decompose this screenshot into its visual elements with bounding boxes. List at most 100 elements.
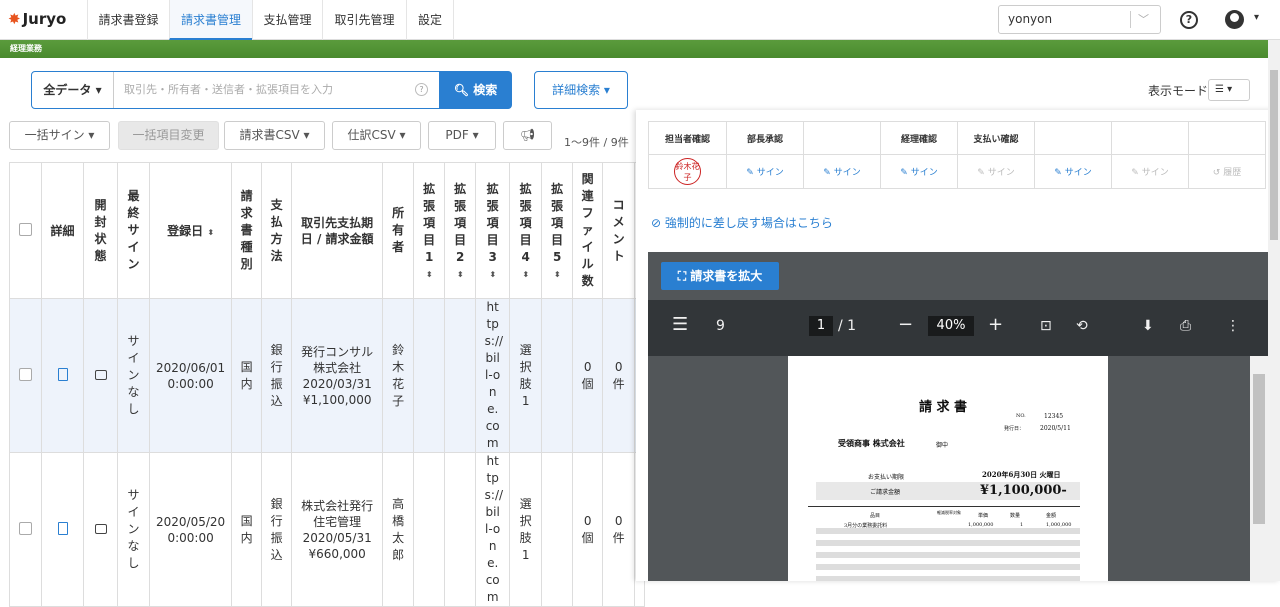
reg-date-cell: 2020/05/20 0:00:00 [148, 452, 233, 607]
page-input[interactable]: 1 [809, 316, 833, 336]
invoice-csv-button[interactable]: 請求書CSV ▾ [224, 121, 325, 150]
history-button[interactable]: ↺ 履歴 [1188, 154, 1266, 189]
result-count: 1〜9件 / 9件 [564, 136, 629, 149]
doc-col-qty: 数量 [1010, 513, 1021, 519]
sort-icon[interactable]: ⬍ [489, 270, 496, 279]
select-all-checkbox[interactable] [9, 162, 42, 299]
sort-icon[interactable]: ⬍ [522, 270, 529, 279]
sign-button[interactable]: ✎ サイン [880, 154, 958, 189]
amount: ¥660,000 [308, 546, 366, 561]
col-detail-label: 詳細 [50, 224, 75, 238]
sign-button[interactable]: ✎ サイン [726, 154, 804, 189]
ext3-cell: https://bill-one.com [475, 452, 511, 607]
force-return-link[interactable]: ⊘ 強制的に差し戻す場合はこちら [651, 214, 833, 231]
doc-issue-date: 2020/5/11 [1040, 425, 1071, 432]
approval-step [1034, 121, 1112, 155]
doc-issue-label: 発行日： [1004, 426, 1025, 432]
help-icon[interactable]: ? [1180, 11, 1198, 29]
bulk-sign-button[interactable]: 一括サイン ▾ [9, 121, 110, 150]
col-reg-date[interactable]: 登録日 ⬍ [148, 162, 233, 299]
megaphone-button[interactable]: 📢︎ [503, 121, 552, 150]
col-ext4[interactable]: 拡張項目4 ⬍ [509, 162, 543, 299]
pay-method-value: 銀行振込 [270, 342, 283, 408]
sort-icon[interactable]: ⬍ [554, 270, 561, 279]
user-select[interactable]: yonyon ﹀ [998, 5, 1161, 34]
expand-label: 請求書を拡大 [690, 269, 763, 283]
more-options-icon[interactable]: ⋮ [1226, 318, 1240, 334]
sort-icon[interactable]: ⬍ [457, 270, 464, 279]
tab-invoice-register[interactable]: 請求書登録 [87, 0, 169, 40]
tab-payment-manage[interactable]: 支払管理 [252, 0, 322, 40]
col-final-sign: 最終サイン [117, 162, 150, 299]
invoice-type-cell: 国内 [231, 298, 263, 453]
detail-icon[interactable] [41, 452, 84, 607]
table-row[interactable]: サインなし 2020/05/20 0:00:00 国内 銀行振込 株式会社発行住… [9, 452, 646, 607]
col-invoice-type: 請求書種別 [231, 162, 263, 299]
checkbox-box [19, 367, 32, 381]
col-ext1-label: 拡張項目1 [423, 182, 436, 264]
menu-icon[interactable]: ☰ [672, 314, 688, 335]
row-checkbox[interactable] [9, 452, 42, 607]
pdf-scrollbar[interactable] [1250, 356, 1268, 581]
search-scope-dropdown[interactable]: 全データ ▾ [32, 72, 114, 108]
page-scrollbar[interactable] [1268, 40, 1280, 581]
search-button[interactable]: 🔍︎ 検索 [439, 71, 512, 109]
checkbox-box [19, 521, 32, 535]
select-divider [1130, 11, 1131, 28]
sort-icon[interactable]: ⬍ [426, 270, 433, 279]
detail-icon[interactable] [41, 298, 84, 453]
zoom-in-icon[interactable]: + [988, 314, 1003, 335]
download-icon[interactable]: ⬇ [1142, 318, 1154, 334]
scroll-thumb[interactable] [1253, 374, 1265, 524]
tab-invoice-manage[interactable]: 請求書管理 [169, 0, 252, 40]
doc-item-name: 3月分の業務委託料 [844, 523, 888, 529]
pdf-button[interactable]: PDF ▾ [428, 121, 496, 150]
advanced-search-button[interactable]: 詳細検索 ▾ [534, 71, 628, 109]
approval-step: 支払い確認 [957, 121, 1035, 155]
col-ext1[interactable]: 拡張項目1 ⬍ [413, 162, 446, 299]
col-ext5[interactable]: 拡張項目5 ⬍ [541, 162, 574, 299]
user-icon[interactable] [1225, 10, 1244, 29]
zoom-out-icon[interactable]: − [898, 314, 913, 335]
sort-icon[interactable]: ⬍ [207, 228, 214, 237]
search-bar: 全データ ▾ 取引先・所有者・送信者・拡張項目を入力 ? 🔍︎ 検索 [31, 71, 512, 109]
fit-page-icon[interactable]: ⊡ [1040, 318, 1052, 334]
pdf-toolbar: ☰ 9 1 / 1 − 40% + ⊡ ⟲ ⬇ ⎙ ⋮ [648, 300, 1268, 356]
approval-header-row: 担当者確認 部長承認 経理確認 支払い確認 [648, 121, 1266, 155]
col-ext2[interactable]: 拡張項目2 ⬍ [444, 162, 477, 299]
list-view-icon: ☰ [1215, 84, 1224, 95]
doc-item-price: 1,000,000 [968, 522, 994, 528]
invoice-type-cell: 国内 [231, 452, 263, 607]
row-checkbox[interactable] [9, 298, 42, 453]
final-sign-cell: サインなし [117, 298, 150, 453]
owner-cell: 高橋太郎 [382, 452, 415, 607]
approval-table: 担当者確認 部長承認 経理確認 支払い確認 鈴木花子 ✎ サイン ✎ サイン ✎… [648, 121, 1266, 189]
sign-button-disabled: ✎ サイン [957, 154, 1035, 189]
display-mode-dropdown[interactable]: ☰ ▾ [1208, 79, 1250, 101]
search-input[interactable]: 取引先・所有者・送信者・拡張項目を入力 [114, 72, 440, 108]
tab-partner-manage[interactable]: 取引先管理 [322, 0, 406, 40]
col-partner: 取引先支払期日 / 請求金額 [291, 162, 384, 299]
sign-button-disabled: ✎ サイン [1111, 154, 1189, 189]
table-row[interactable]: サインなし 2020/06/01 0:00:00 国内 銀行振込 発行コンサル株… [9, 298, 646, 453]
ext2-cell [444, 452, 477, 607]
col-ext3[interactable]: 拡張項目3 ⬍ [475, 162, 511, 299]
history-label: 履歴 [1223, 168, 1242, 178]
envelope-icon [94, 369, 107, 380]
print-icon[interactable]: ⎙ [1180, 318, 1191, 334]
bulk-edit-button[interactable]: 一括項目変更 [118, 121, 219, 150]
history-icon: ↺ [1212, 168, 1221, 178]
expand-invoice-button[interactable]: ⛶ 請求書を拡大 [661, 262, 779, 290]
pen-icon: ✎ [1054, 168, 1062, 178]
app-logo[interactable]: ✸ Juryo [8, 10, 66, 28]
sign-button[interactable]: ✎ サイン [1034, 154, 1112, 189]
question-icon[interactable]: ? [415, 83, 428, 96]
scroll-thumb[interactable] [1270, 70, 1278, 240]
caret-down-icon[interactable]: ▾ [1254, 12, 1259, 23]
tab-settings[interactable]: 設定 [406, 0, 454, 40]
pen-icon: ✎ [823, 168, 831, 178]
rotate-icon[interactable]: ⟲ [1076, 318, 1088, 334]
zoom-level[interactable]: 40% [928, 316, 974, 336]
sign-button[interactable]: ✎ サイン [803, 154, 881, 189]
journal-csv-button[interactable]: 仕訳CSV ▾ [332, 121, 421, 150]
